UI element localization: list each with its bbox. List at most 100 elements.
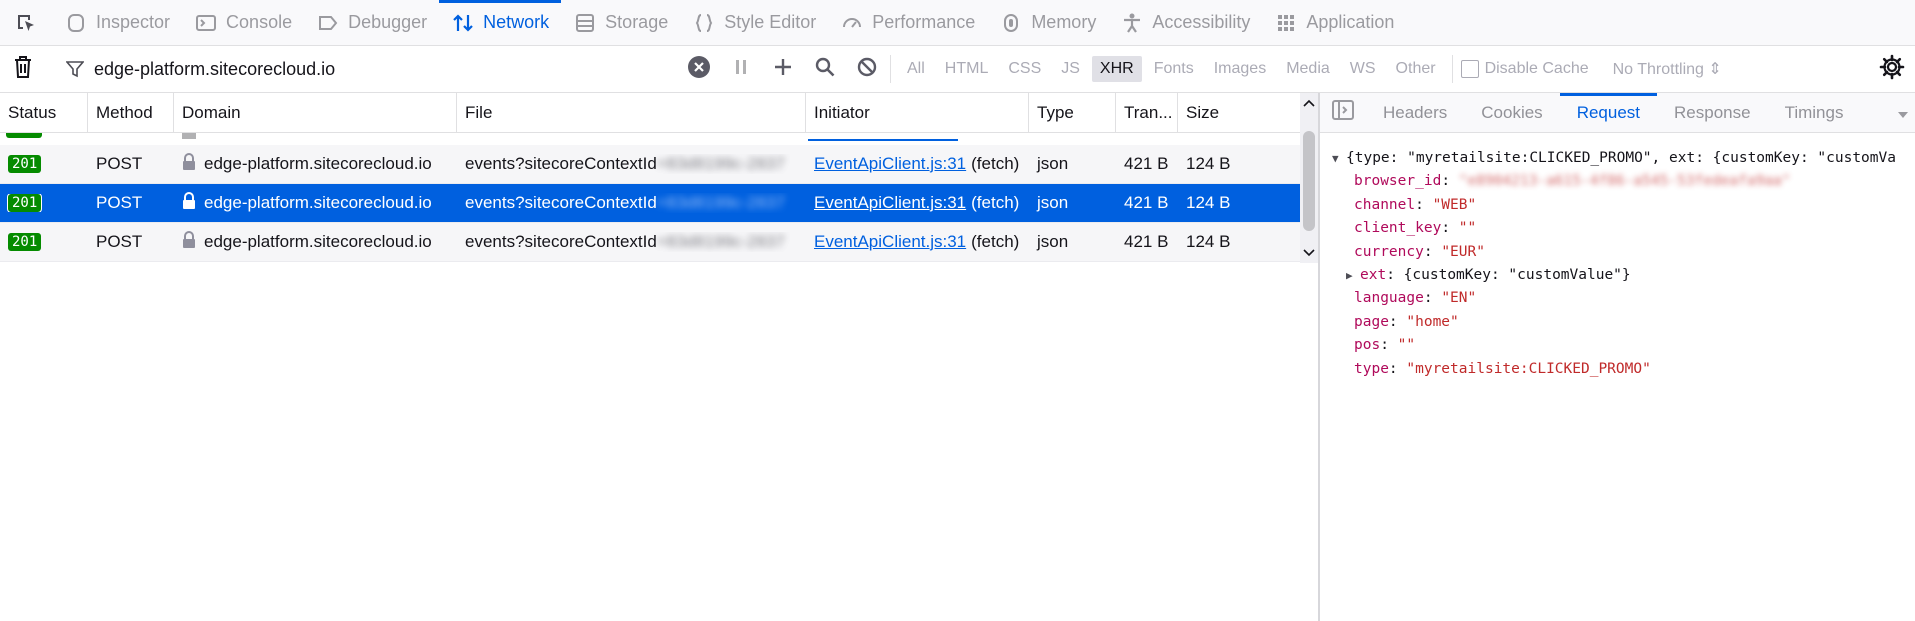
initiator-suffix: (fetch)	[971, 232, 1020, 251]
type-filter-xhr[interactable]: XHR	[1091, 56, 1142, 82]
initiator-link[interactable]: EventApiClient.js:31	[814, 232, 966, 252]
method-cell: POST	[96, 193, 143, 212]
initiator-cell: EventApiClient.js:31 (fetch)	[806, 154, 1029, 174]
status-badge: 201	[8, 233, 42, 251]
json-field-row[interactable]: page: "home"	[1332, 311, 1903, 334]
json-field-row[interactable]: language: "EN"	[1332, 287, 1903, 310]
json-value: "home"	[1406, 313, 1459, 330]
domain-cell: edge-platform.sitecorecloud.io	[174, 191, 457, 215]
scroll-up-arrow-icon[interactable]	[1303, 95, 1315, 111]
json-field-row[interactable]: client_key: ""	[1332, 217, 1903, 240]
json-key: browser_id	[1354, 173, 1442, 190]
column-header-initiator[interactable]: Initiator	[806, 93, 1029, 132]
tab-style-editor[interactable]: Style Editor	[680, 0, 828, 45]
json-object-preview: {customKey: "customValue"}	[1403, 267, 1631, 284]
json-value: ""	[1458, 220, 1477, 237]
column-header-file[interactable]: File	[457, 93, 806, 132]
type-filter-images[interactable]: Images	[1206, 56, 1274, 82]
column-header-domain[interactable]: Domain	[174, 93, 457, 132]
search-icon	[815, 57, 835, 82]
type-filter-js[interactable]: JS	[1053, 56, 1088, 82]
tab-label: Debugger	[348, 12, 428, 32]
clear-requests-button[interactable]	[0, 55, 46, 84]
block-requests-button[interactable]	[852, 54, 882, 84]
json-key: ext	[1360, 267, 1387, 284]
type-filter-other[interactable]: Other	[1388, 56, 1444, 82]
scrollbar-thumb[interactable]	[1303, 131, 1315, 231]
json-field-row-collapsed[interactable]: ▶ ext: {customKey: "customValue"}	[1332, 264, 1903, 287]
details-tab-request[interactable]: Request	[1559, 92, 1658, 133]
size-cell: 124 B	[1186, 193, 1231, 212]
details-tab-timings[interactable]: Timings	[1768, 93, 1861, 133]
table-row-selected[interactable]: 201 POST edge-platform.sitecorecloud.io …	[0, 184, 1300, 223]
tab-label: Application	[1306, 12, 1395, 32]
network-settings-button[interactable]	[1877, 54, 1907, 84]
lock-icon	[182, 191, 196, 215]
clear-filter-button[interactable]	[684, 54, 714, 84]
column-header-size[interactable]: Size	[1178, 93, 1300, 132]
json-value: ""	[1397, 337, 1416, 354]
tab-inspector[interactable]: Inspector	[52, 0, 182, 45]
type-filter-fonts[interactable]: Fonts	[1146, 56, 1202, 82]
details-tab-cookies[interactable]: Cookies	[1464, 93, 1559, 133]
type-filter-media[interactable]: Media	[1278, 56, 1338, 82]
more-tabs-chevron-icon[interactable]	[1897, 105, 1909, 125]
tab-console[interactable]: Console	[182, 0, 304, 45]
json-field-row[interactable]: type: "myretailsite:CLICKED_PROMO"	[1332, 358, 1903, 381]
json-key: client_key	[1354, 220, 1442, 237]
json-field-row[interactable]: channel: "WEB"	[1332, 194, 1903, 217]
search-button[interactable]	[810, 54, 840, 84]
tab-performance[interactable]: Performance	[828, 0, 987, 45]
collapsed-triangle-icon[interactable]: ▶	[1346, 264, 1360, 287]
file-redacted-text: =83d8199c-2837	[656, 193, 785, 212]
initiator-link[interactable]: EventApiClient.js:31	[814, 154, 966, 174]
trash-icon	[12, 55, 34, 84]
column-header-type[interactable]: Type	[1029, 93, 1116, 132]
initiator-link[interactable]: EventApiClient.js:31	[814, 193, 966, 213]
type-filter-ws[interactable]: WS	[1342, 56, 1384, 82]
type-filter-css[interactable]: CSS	[1000, 56, 1049, 82]
details-tabbar: Headers Cookies Request Response Timings	[1320, 92, 1915, 133]
disable-cache-toggle[interactable]: Disable Cache	[1460, 60, 1589, 78]
tab-debugger[interactable]: Debugger	[304, 0, 439, 45]
add-filter-button[interactable]	[768, 54, 798, 84]
details-tab-headers[interactable]: Headers	[1366, 93, 1464, 133]
sidebar-toggle-icon	[1332, 100, 1354, 125]
type-filter-html[interactable]: HTML	[937, 56, 997, 82]
size-cell: 124 B	[1186, 154, 1231, 173]
json-root-line[interactable]: ▼ {type: "myretailsite:CLICKED_PROMO", e…	[1332, 147, 1903, 170]
toggle-sidebar-button[interactable]	[1320, 100, 1366, 125]
details-tab-response[interactable]: Response	[1657, 93, 1768, 133]
scroll-down-arrow-icon[interactable]	[1303, 245, 1315, 261]
domain-cell: edge-platform.sitecorecloud.io	[174, 152, 457, 176]
table-row[interactable]: 201 POST edge-platform.sitecorecloud.io …	[0, 223, 1300, 262]
table-row[interactable]: 201 POST edge-platform.sitecorecloud.io …	[0, 145, 1300, 184]
performance-icon	[840, 11, 864, 35]
throttling-select[interactable]: No Throttling ⇕	[1613, 59, 1722, 79]
column-header-transferred[interactable]: Tran...	[1116, 93, 1178, 132]
type-filter-all[interactable]: All	[899, 56, 933, 82]
json-field-row[interactable]: currency: "EUR"	[1332, 241, 1903, 264]
file-text: events?sitecoreContextId	[465, 232, 657, 251]
pause-button[interactable]	[726, 54, 756, 84]
json-root-summary: {type: "myretailsite:CLICKED_PROMO", ext…	[1346, 150, 1896, 166]
request-list-panel: Status Method Domain File Initiator Type…	[0, 93, 1318, 621]
table-row-partial[interactable]	[0, 133, 1300, 145]
tab-application[interactable]: Application	[1262, 0, 1406, 45]
tab-storage[interactable]: Storage	[561, 0, 680, 45]
column-header-status[interactable]: Status	[0, 93, 88, 132]
request-list-scrollbar[interactable]	[1300, 93, 1318, 263]
element-picker-button[interactable]	[0, 0, 52, 45]
tab-memory[interactable]: Memory	[987, 0, 1108, 45]
tab-accessibility[interactable]: Accessibility	[1108, 0, 1262, 45]
json-field-row[interactable]: browser_id: "e8904213-a615-4f86-a545-53f…	[1332, 170, 1903, 193]
json-field-row[interactable]: pos: ""	[1332, 334, 1903, 357]
file-text: events?sitecoreContextId	[465, 193, 657, 212]
tab-network[interactable]: Network	[439, 0, 562, 45]
lock-icon	[182, 152, 196, 176]
expanded-triangle-icon[interactable]: ▼	[1332, 147, 1346, 170]
disable-cache-checkbox[interactable]	[1460, 60, 1479, 78]
json-value: "myretailsite:CLICKED_PROMO"	[1406, 360, 1651, 377]
filter-urls-input[interactable]: edge-platform.sitecorecloud.io	[84, 59, 664, 80]
column-header-method[interactable]: Method	[88, 93, 174, 132]
